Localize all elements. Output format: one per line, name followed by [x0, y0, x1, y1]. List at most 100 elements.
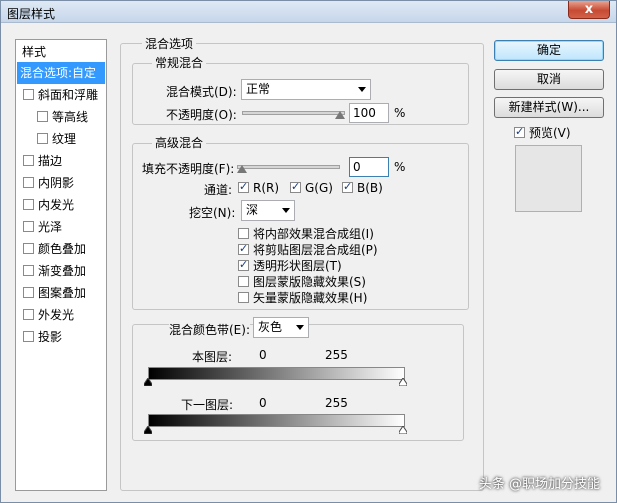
fill-opacity-slider-thumb[interactable] — [237, 165, 247, 173]
advanced-option-checkbox[interactable] — [238, 228, 249, 239]
channel-g[interactable]: G(G) — [290, 180, 333, 195]
sidebar-item-checkbox[interactable] — [23, 243, 34, 254]
chevron-down-icon — [296, 325, 304, 330]
preview-checkbox-row[interactable]: 预览(V) — [514, 124, 571, 141]
sidebar-item-checkbox[interactable] — [23, 331, 34, 342]
under-layer-gradient — [148, 414, 405, 427]
sidebar-item-checkbox[interactable] — [37, 133, 48, 144]
sidebar-item-checkbox[interactable] — [23, 89, 34, 100]
this-layer-gradient — [148, 367, 405, 380]
sidebar-item[interactable]: 投影 — [17, 326, 105, 348]
fill-opacity-input[interactable]: 0 — [349, 157, 389, 177]
advanced-blending-title: 高级混合 — [152, 136, 207, 150]
preview-checkbox[interactable] — [514, 125, 525, 138]
channels-label: 通道: — [204, 183, 233, 197]
sidebar-item-label: 内阴影 — [38, 176, 75, 190]
channel-b-checkbox[interactable] — [342, 180, 353, 193]
title-bar[interactable]: 图层样式 x — [1, 1, 616, 23]
channel-g-label: G(G) — [305, 181, 333, 195]
opacity-input[interactable]: 100 — [349, 103, 389, 123]
sidebar-item[interactable]: 斜面和浮雕 — [17, 84, 105, 106]
fill-opacity-label: 填充不透明度(F): — [142, 162, 235, 176]
fill-opacity-slider[interactable] — [237, 165, 340, 169]
styles-list: 样式 混合选项:自定斜面和浮雕 等高线 纹理描边内阴影内发光光泽颜色叠加渐变叠加图案… — [15, 39, 107, 491]
sidebar-item[interactable]: 纹理 — [17, 128, 105, 150]
sidebar-item[interactable]: 内阴影 — [17, 172, 105, 194]
advanced-option-label: 图层蒙版隐藏效果(S) — [253, 275, 366, 289]
sidebar-item-label: 图案叠加 — [38, 286, 87, 300]
channel-r-label: R(R) — [253, 181, 280, 195]
advanced-option-label: 将内部效果混合成组(I) — [253, 227, 374, 241]
channel-g-checkbox[interactable] — [290, 180, 301, 193]
blend-mode-select[interactable]: 正常 — [241, 79, 371, 100]
advanced-option-label: 透明形状图层(T) — [253, 259, 342, 273]
knockout-label: 挖空(N): — [189, 206, 236, 220]
advanced-option[interactable]: 将剪贴图层混合成组(P) — [238, 241, 378, 258]
blend-if-value: 灰色 — [258, 320, 283, 334]
sidebar-item-label: 颜色叠加 — [38, 242, 87, 256]
general-blending-title: 常规混合 — [152, 56, 207, 70]
advanced-option-checkbox[interactable] — [238, 292, 249, 303]
sidebar-item[interactable]: 颜色叠加 — [17, 238, 105, 260]
sidebar-item-label: 光泽 — [38, 220, 63, 234]
blend-mode-label: 混合模式(D): — [166, 85, 237, 99]
sidebar-item-checkbox[interactable] — [23, 199, 34, 210]
sidebar-item[interactable]: 混合选项:自定 — [17, 62, 105, 84]
sidebar-item[interactable]: 渐变叠加 — [17, 260, 105, 282]
advanced-option[interactable]: 矢量蒙版隐藏效果(H) — [238, 289, 367, 306]
advanced-option-checkbox[interactable] — [238, 242, 249, 255]
sidebar-item-checkbox[interactable] — [23, 309, 34, 320]
advanced-option-checkbox[interactable] — [238, 258, 249, 271]
sidebar-item[interactable]: 图案叠加 — [17, 282, 105, 304]
under-layer-high: 255 — [325, 396, 348, 410]
sidebar-item[interactable]: 等高线 — [17, 106, 105, 128]
opacity-slider[interactable] — [242, 111, 345, 115]
close-button[interactable]: x — [568, 1, 610, 19]
sidebar-item-label: 混合选项:自定 — [20, 66, 97, 80]
blend-if-select[interactable]: 灰色 — [253, 317, 309, 338]
under-layer-black-slider[interactable] — [144, 426, 152, 434]
this-layer-low: 0 — [259, 348, 267, 362]
sidebar-item-label: 渐变叠加 — [38, 264, 87, 278]
this-layer-high: 255 — [325, 348, 348, 362]
opacity-slider-thumb[interactable] — [335, 111, 345, 119]
watermark: 头条 @职场加分技能 — [478, 477, 600, 492]
sidebar-item[interactable]: 描边 — [17, 150, 105, 172]
sidebar-item-checkbox[interactable] — [37, 111, 48, 122]
preview-label: 预览(V) — [529, 126, 571, 140]
blend-mode-value: 正常 — [246, 82, 271, 96]
this-layer-white-slider[interactable] — [399, 378, 407, 386]
sidebar-item-checkbox[interactable] — [23, 287, 34, 298]
sidebar-item-checkbox[interactable] — [23, 265, 34, 276]
sidebar-item-label: 投影 — [38, 330, 63, 344]
sidebar-item-label: 描边 — [38, 154, 63, 168]
sidebar-item-checkbox[interactable] — [23, 177, 34, 188]
knockout-select[interactable]: 深 — [241, 200, 295, 221]
style-preview-swatch — [515, 145, 582, 212]
advanced-option[interactable]: 图层蒙版隐藏效果(S) — [238, 273, 366, 290]
sidebar-item[interactable]: 光泽 — [17, 216, 105, 238]
opacity-unit: % — [394, 106, 406, 120]
sidebar-item[interactable]: 外发光 — [17, 304, 105, 326]
this-layer-black-slider[interactable] — [144, 378, 152, 386]
advanced-option-label: 矢量蒙版隐藏效果(H) — [253, 291, 368, 305]
advanced-option[interactable]: 透明形状图层(T) — [238, 257, 342, 274]
channel-r-checkbox[interactable] — [238, 180, 249, 193]
advanced-option[interactable]: 将内部效果混合成组(I) — [238, 225, 374, 242]
styles-header[interactable]: 样式 — [22, 43, 46, 60]
sidebar-item-checkbox[interactable] — [23, 221, 34, 232]
under-layer-white-slider[interactable] — [399, 426, 407, 434]
window-title: 图层样式 — [7, 7, 56, 21]
channel-b[interactable]: B(B) — [342, 180, 383, 195]
advanced-option-label: 将剪贴图层混合成组(P) — [253, 243, 378, 257]
ok-button[interactable]: 确定 — [494, 40, 604, 61]
advanced-option-checkbox[interactable] — [238, 276, 249, 287]
knockout-value: 深 — [246, 203, 259, 217]
chevron-down-icon — [358, 87, 366, 92]
opacity-label: 不透明度(O): — [166, 108, 237, 122]
cancel-button[interactable]: 取消 — [494, 69, 604, 90]
sidebar-item[interactable]: 内发光 — [17, 194, 105, 216]
sidebar-item-checkbox[interactable] — [23, 155, 34, 166]
new-style-button[interactable]: 新建样式(W)... — [494, 97, 604, 118]
channel-r[interactable]: R(R) — [238, 180, 280, 195]
